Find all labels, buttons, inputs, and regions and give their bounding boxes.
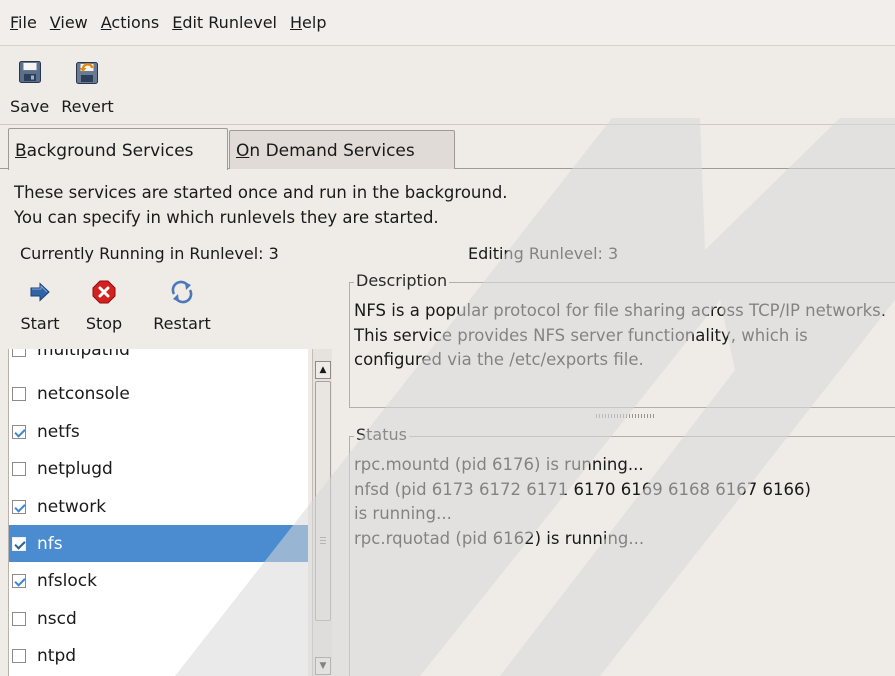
- list-item[interactable]: netconsole: [9, 375, 308, 412]
- status-line: nfsd (pid 6173 6172 6171 6170 6169 6168 …: [354, 479, 811, 499]
- service-checkbox[interactable]: [12, 349, 26, 357]
- triangle-down-icon: ▼: [319, 661, 327, 671]
- menu-bar: File View Actions Edit Runlevel Help: [0, 0, 895, 46]
- list-item-selected[interactable]: nfs: [9, 525, 308, 562]
- intro-line-1: These services are started once and run …: [14, 183, 508, 202]
- stop-icon: [90, 278, 118, 306]
- start-button[interactable]: Start: [14, 276, 66, 346]
- status-line: rpc.mountd (pid 6176) is running...: [354, 455, 644, 474]
- menu-help[interactable]: Help: [284, 8, 332, 38]
- service-checkbox[interactable]: [12, 611, 26, 626]
- service-checkbox[interactable]: [12, 573, 26, 588]
- list-item[interactable]: network: [9, 488, 308, 525]
- description-frame: Description NFS is a popular protocol fo…: [349, 271, 895, 408]
- refresh-icon: [168, 278, 196, 306]
- service-checkbox[interactable]: [12, 386, 26, 401]
- description-text: NFS is a popular protocol for file shari…: [354, 301, 887, 369]
- service-tabs: Background Services On Demand Services: [0, 128, 895, 170]
- description-legend: Description: [354, 271, 450, 290]
- status-legend: Status: [354, 425, 409, 444]
- restart-button[interactable]: Restart: [142, 276, 222, 346]
- pane-resize-handle[interactable]: [596, 414, 654, 418]
- intro-text: These services are started once and run …: [14, 180, 508, 230]
- service-checkbox[interactable]: [12, 461, 26, 476]
- menu-actions[interactable]: Actions: [95, 8, 165, 38]
- list-item[interactable]: nfslock: [9, 562, 308, 599]
- arrow-right-icon: [26, 278, 54, 306]
- current-runlevel-label: Currently Running in Runlevel: 3: [20, 244, 279, 263]
- revert-button[interactable]: Revert: [55, 47, 119, 123]
- menu-file[interactable]: File: [4, 8, 43, 38]
- service-list[interactable]: multipathd netconsole netfs netplugd net…: [8, 349, 308, 676]
- menu-view[interactable]: View: [44, 8, 94, 38]
- editing-runlevel-label: Editing Runlevel: 3: [468, 244, 619, 263]
- triangle-up-icon: ▲: [319, 365, 327, 375]
- tab-on-demand-services[interactable]: On Demand Services: [229, 130, 455, 169]
- service-toolbar: Start Stop Restart: [14, 276, 222, 346]
- save-button[interactable]: Save: [4, 47, 55, 123]
- list-item[interactable]: ntpd: [9, 637, 308, 674]
- scrollbar-thumb[interactable]: [315, 381, 331, 621]
- tab-background-services[interactable]: Background Services: [8, 128, 228, 170]
- service-checkbox[interactable]: [12, 424, 26, 439]
- main-toolbar: Save Revert: [0, 47, 895, 125]
- service-checkbox[interactable]: [12, 536, 26, 551]
- status-line: rpc.rquotad (pid 6162) is running...: [354, 528, 645, 548]
- scroll-down-button[interactable]: ▼: [315, 657, 331, 675]
- scroll-up-button[interactable]: ▲: [315, 361, 331, 379]
- status-line: is running...: [354, 504, 452, 523]
- status-frame: Status rpc.mountd (pid 6176) is running.…: [349, 425, 895, 676]
- intro-line-2: You can specify in which runlevels they …: [14, 208, 439, 227]
- list-item[interactable]: netfs: [9, 413, 308, 450]
- list-item[interactable]: multipathd: [9, 349, 308, 368]
- grip-icon: [320, 537, 326, 538]
- service-checkbox[interactable]: [12, 499, 26, 514]
- list-item[interactable]: nscd: [9, 600, 308, 637]
- stop-button[interactable]: Stop: [72, 276, 136, 346]
- revert-disk-icon: [72, 57, 102, 87]
- service-list-scrollbar[interactable]: ▲ ▼: [312, 349, 332, 676]
- menu-edit-runlevel[interactable]: Edit Runlevel: [166, 8, 283, 38]
- service-checkbox[interactable]: [12, 648, 26, 663]
- floppy-disk-icon: [15, 57, 45, 87]
- list-item[interactable]: netplugd: [9, 450, 308, 487]
- status-text: rpc.mountd (pid 6176) is running... nfsd…: [354, 453, 894, 551]
